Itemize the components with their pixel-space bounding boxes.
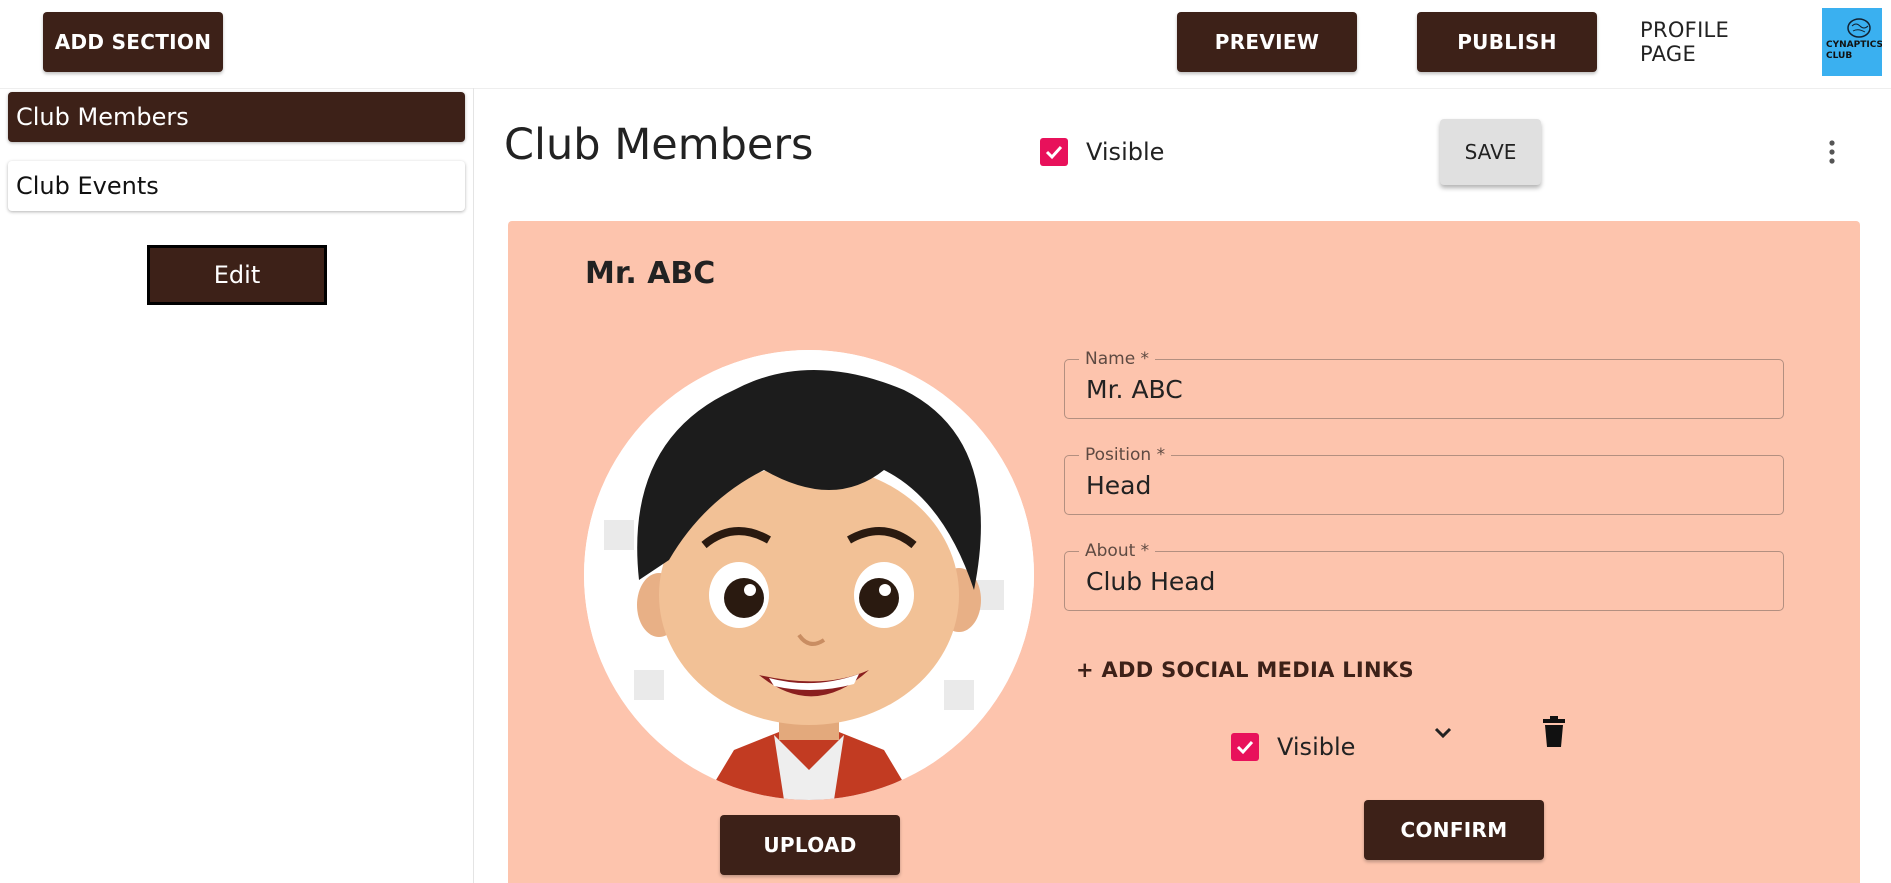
- profile-page-label: PROFILE PAGE: [1640, 18, 1730, 66]
- preview-button[interactable]: PREVIEW: [1177, 12, 1357, 72]
- club-logo[interactable]: CYNAPTICS CLUB: [1822, 8, 1882, 76]
- upload-label: UPLOAD: [763, 833, 857, 857]
- name-field-value: Mr. ABC: [1086, 375, 1183, 404]
- logo-text-line2: CLUB: [1826, 51, 1853, 61]
- profile-page-link[interactable]: PROFILE PAGE: [1640, 12, 1792, 72]
- section-visible-label: Visible: [1086, 138, 1165, 166]
- edit-label: Edit: [213, 261, 261, 289]
- check-icon: [1045, 145, 1063, 160]
- avatar: [584, 350, 1034, 800]
- add-section-button[interactable]: ADD SECTION: [43, 12, 223, 72]
- save-button[interactable]: SAVE: [1440, 119, 1541, 185]
- publish-label: PUBLISH: [1457, 30, 1557, 54]
- add-social-links-label: + ADD SOCIAL MEDIA LINKS: [1076, 658, 1414, 682]
- name-field-label: Name *: [1079, 349, 1156, 369]
- upload-button[interactable]: UPLOAD: [720, 815, 900, 875]
- about-field-label: About *: [1079, 541, 1156, 561]
- more-vert-icon[interactable]: [1822, 138, 1842, 166]
- topbar-divider: [0, 88, 1891, 89]
- member-visible-checkbox[interactable]: [1231, 733, 1259, 761]
- member-visible-label: Visible: [1277, 733, 1356, 761]
- sidebar-item-club-events[interactable]: Club Events: [8, 161, 465, 211]
- logo-text: CYNAPTICS CLUB: [1826, 40, 1882, 62]
- save-label: SAVE: [1464, 140, 1517, 164]
- position-field-value: Head: [1086, 471, 1152, 500]
- confirm-button[interactable]: CONFIRM: [1364, 800, 1544, 860]
- member-heading: Mr. ABC: [585, 256, 716, 291]
- sidebar-item-club-members[interactable]: Club Members: [8, 92, 465, 142]
- position-field[interactable]: Position * Head: [1064, 445, 1784, 515]
- confirm-label: CONFIRM: [1400, 818, 1508, 842]
- sidebar-item-label: Club Events: [16, 172, 159, 200]
- about-field-value: Club Head: [1086, 567, 1216, 596]
- avatar-illustration: [584, 350, 1034, 800]
- page-title: Club Members: [504, 120, 814, 170]
- publish-button[interactable]: PUBLISH: [1417, 12, 1597, 72]
- edit-button[interactable]: Edit: [147, 245, 327, 305]
- logo-text-line1: CYNAPTICS: [1826, 40, 1882, 50]
- chevron-down-icon[interactable]: [1430, 720, 1456, 746]
- delete-icon[interactable]: [1542, 716, 1566, 748]
- position-field-label: Position *: [1079, 445, 1172, 465]
- name-field[interactable]: Name * Mr. ABC: [1064, 349, 1784, 419]
- preview-label: PREVIEW: [1214, 30, 1320, 54]
- section-visible-checkbox[interactable]: [1040, 138, 1068, 166]
- check-icon: [1236, 740, 1254, 755]
- sidebar-divider: [473, 88, 474, 883]
- about-field[interactable]: About * Club Head: [1064, 541, 1784, 611]
- add-section-label: ADD SECTION: [54, 30, 212, 54]
- sidebar-item-label: Club Members: [16, 103, 189, 131]
- add-social-links-button[interactable]: + ADD SOCIAL MEDIA LINKS: [1076, 658, 1414, 682]
